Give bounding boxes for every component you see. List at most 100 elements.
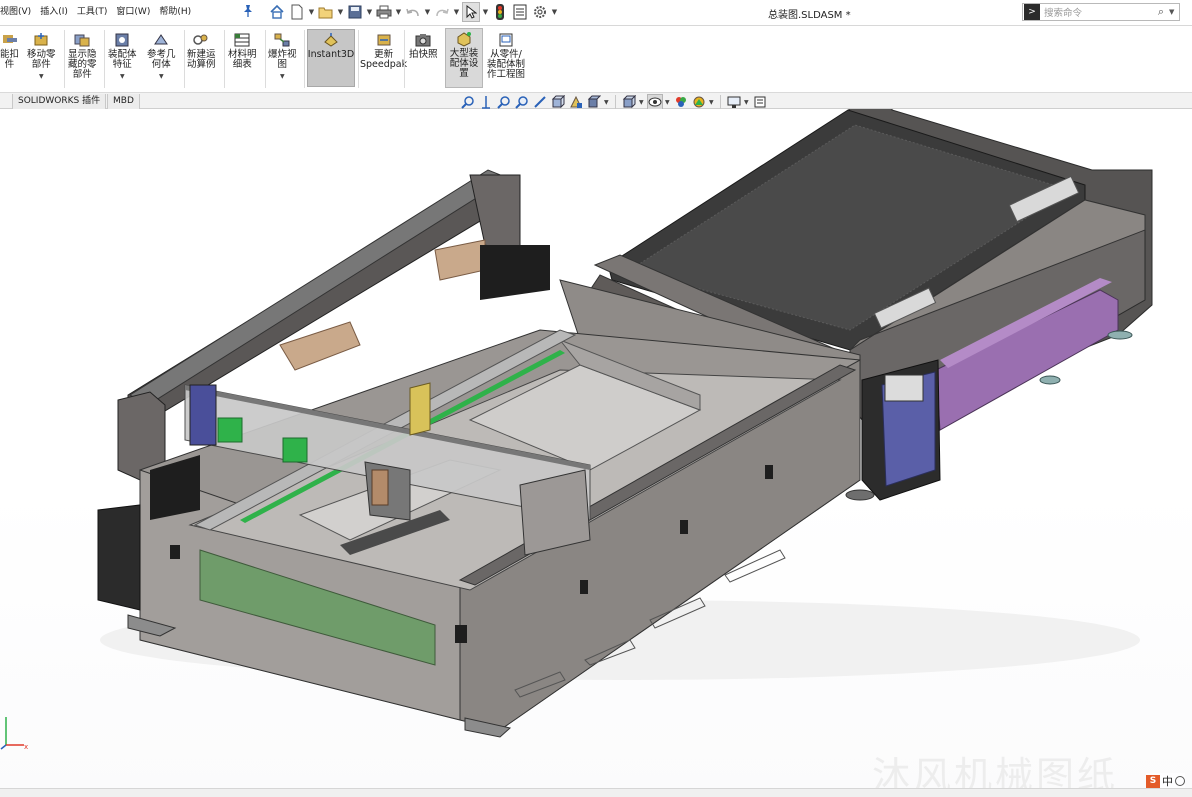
options-dropdown-icon[interactable]: ▼	[551, 2, 558, 22]
command-prompt-icon: >	[1024, 4, 1040, 20]
eye-dropdown-icon[interactable]: ▼	[665, 99, 671, 106]
reference-geometry-button[interactable]: 参考几 何体 ▼	[147, 32, 176, 82]
new-dropdown-icon[interactable]: ▼	[308, 2, 315, 22]
zoom-to-fit-icon[interactable]	[460, 94, 476, 110]
tab-solidworks-addins[interactable]: SOLIDWORKS 插件	[12, 94, 107, 109]
gear-icon[interactable]	[531, 2, 549, 22]
large-assembly-settings-button[interactable]: 大型装 配体设 置	[445, 28, 483, 88]
section-cube-icon[interactable]	[621, 94, 637, 110]
view-orientation-icon[interactable]	[550, 94, 566, 110]
section-view-icon[interactable]	[514, 94, 530, 110]
bill-of-materials-icon	[234, 33, 250, 47]
separator	[265, 30, 266, 88]
exploded-view-label: 爆炸视 图	[268, 49, 297, 70]
assembly-features-icon	[115, 33, 129, 47]
bill-of-materials-label: 材料明 细表	[228, 49, 257, 70]
new-motion-study-button[interactable]: 新建运 动算例	[187, 32, 216, 70]
ime-indicator[interactable]: S 中	[1146, 773, 1185, 789]
show-hidden-label: 显示隐 藏的零 部件	[68, 49, 97, 80]
exploded-view-button[interactable]: 爆炸视 图 ▼	[268, 32, 297, 82]
bill-of-materials-button[interactable]: 材料明 细表	[228, 32, 257, 70]
svg-text:x: x	[24, 743, 28, 751]
new-document-icon[interactable]	[288, 2, 306, 22]
zoom-to-area-icon[interactable]	[478, 94, 494, 110]
assembly-features-dropdown-icon[interactable]: ▼	[120, 72, 125, 82]
hide-show-items-icon[interactable]	[586, 94, 602, 110]
quick-access-toolbar: ▼ ▼ ▼ ▼ ▼ ▼ ▼ ▼	[268, 2, 558, 22]
exploded-view-dropdown-icon[interactable]: ▼	[280, 72, 285, 82]
scene-icon[interactable]	[691, 94, 707, 110]
update-speedpak-button[interactable]: 更新 Speedpak	[360, 32, 407, 70]
select-dropdown-icon[interactable]: ▼	[482, 2, 489, 22]
redo-icon[interactable]	[433, 2, 451, 22]
dynamic-annotation-icon[interactable]	[532, 94, 548, 110]
save-dropdown-icon[interactable]: ▼	[366, 2, 373, 22]
instant3d-button[interactable]: Instant3D	[307, 29, 355, 87]
print-icon[interactable]	[375, 2, 393, 22]
assembly-model[interactable]	[0, 109, 1192, 797]
menu-help[interactable]: 帮助(H)	[159, 5, 200, 19]
instant3d-icon	[324, 33, 338, 47]
redo-dropdown-icon[interactable]: ▼	[453, 2, 460, 22]
reference-geometry-dropdown-icon[interactable]: ▼	[159, 72, 164, 82]
search-commands[interactable]: > 搜索命令 ⌕ ▼	[1022, 3, 1180, 21]
ime-punctuation-icon	[1175, 776, 1185, 786]
search-dropdown-icon[interactable]: ▼	[1169, 8, 1179, 16]
previous-view-icon[interactable]	[496, 94, 512, 110]
smart-fasteners-button[interactable]: 能扣 件	[0, 32, 19, 70]
ime-label: 中	[1162, 775, 1173, 788]
search-icon[interactable]: ⌕	[1153, 5, 1169, 19]
separator	[64, 30, 65, 88]
make-drawing-label: 从零件/ 装配体制 作工程图	[487, 49, 526, 80]
separator	[224, 30, 225, 88]
horizontal-scrollbar[interactable]	[0, 788, 1192, 797]
heads-up-view-toolbar: ▼ ▼ ▼ ▼ ▼	[460, 94, 768, 110]
menu-insert[interactable]: 插入(I)	[40, 5, 77, 19]
sogou-icon: S	[1146, 774, 1160, 788]
undo-dropdown-icon[interactable]: ▼	[424, 2, 431, 22]
open-dropdown-icon[interactable]: ▼	[337, 2, 344, 22]
monitor-icon[interactable]	[726, 94, 742, 110]
cube-dropdown-icon[interactable]: ▼	[639, 99, 645, 106]
scene-dropdown-icon[interactable]: ▼	[709, 99, 715, 106]
make-drawing-button[interactable]: 从零件/ 装配体制 作工程图	[487, 32, 525, 80]
tab-mbd[interactable]: MBD	[107, 94, 140, 109]
view-dropdown-icon[interactable]: ▼	[604, 99, 610, 106]
appearance-icon[interactable]	[673, 94, 689, 110]
graphics-area[interactable]: x 沐风机械图纸 S 中	[0, 109, 1192, 797]
undo-icon[interactable]	[404, 2, 422, 22]
open-folder-icon[interactable]	[317, 2, 335, 22]
save-icon[interactable]	[346, 2, 364, 22]
monitor-dropdown-icon[interactable]: ▼	[744, 99, 750, 106]
file-properties-icon[interactable]	[511, 2, 529, 22]
command-manager: 能扣 件 移动零 部件 ▼ 显示隐 藏的零 部件 装配体 特征 ▼ 参考几 何体…	[0, 26, 1192, 92]
move-component-icon	[34, 33, 48, 46]
pin-icon[interactable]	[242, 4, 254, 18]
reference-geometry-icon	[154, 34, 169, 45]
assembly-features-button[interactable]: 装配体 特征 ▼	[108, 32, 137, 82]
smart-fasteners-label: 能扣 件	[0, 49, 20, 70]
move-component-button[interactable]: 移动零 部件 ▼	[27, 32, 56, 82]
show-hidden-icon	[74, 34, 90, 47]
home-icon[interactable]	[268, 2, 286, 22]
display-style-icon[interactable]	[568, 94, 584, 110]
move-component-dropdown-icon[interactable]: ▼	[39, 72, 44, 82]
document-title: 总装图.SLDASM *	[768, 10, 851, 21]
take-snapshot-label: 拍快照	[409, 49, 438, 60]
eye-icon[interactable]	[647, 94, 663, 110]
menu-tools[interactable]: 工具(T)	[77, 5, 117, 19]
print-dropdown-icon[interactable]: ▼	[395, 2, 402, 22]
show-hidden-components-button[interactable]: 显示隐 藏的零 部件	[68, 32, 97, 80]
menu-view[interactable]: 视图(V)	[0, 5, 40, 19]
new-motion-study-label: 新建运 动算例	[187, 49, 216, 70]
speedpak-icon	[377, 34, 391, 46]
view-settings-icon[interactable]	[752, 94, 768, 110]
separator	[720, 95, 721, 109]
take-snapshot-button[interactable]: 拍快照	[409, 32, 438, 60]
separator	[304, 30, 305, 88]
menu-window[interactable]: 窗口(W)	[116, 5, 159, 19]
search-input[interactable]: 搜索命令	[1040, 5, 1153, 19]
title-bar: 文件 视图(V) 插入(I) 工具(T) 窗口(W) 帮助(H) ▼ ▼	[0, 0, 1192, 26]
traffic-light-icon[interactable]	[491, 2, 509, 22]
select-arrow-icon[interactable]	[462, 2, 480, 22]
